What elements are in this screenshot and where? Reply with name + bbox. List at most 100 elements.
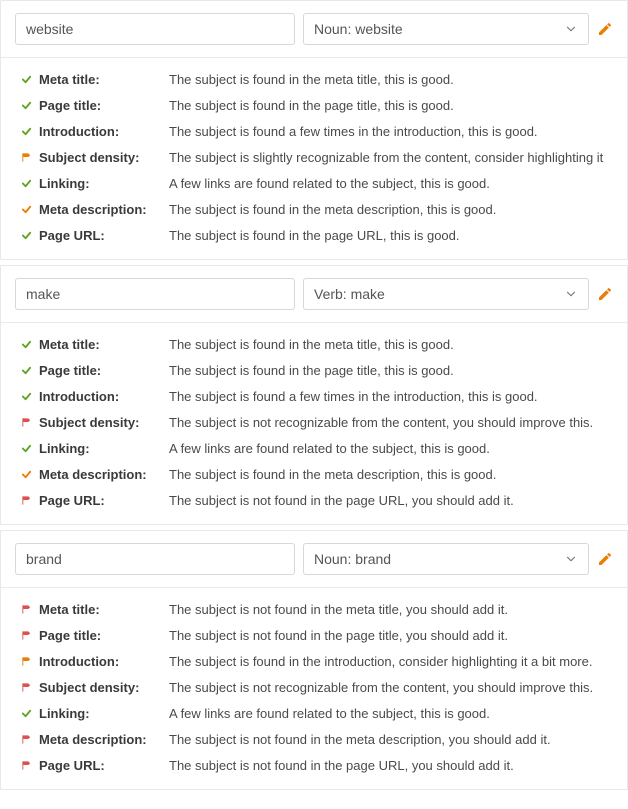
check-icon xyxy=(19,443,33,454)
check-icon xyxy=(19,230,33,241)
check-description: A few links are found related to the sub… xyxy=(169,441,609,456)
check-row: Introduction:The subject is found a few … xyxy=(19,124,609,139)
check-label: Page title: xyxy=(33,98,169,113)
check-description: The subject is not found in the page tit… xyxy=(169,628,609,643)
check-row: Page title:The subject is found in the p… xyxy=(19,98,609,113)
check-label: Meta description: xyxy=(33,732,169,747)
seo-subject-block: Noun: brand Meta title:The subject is not… xyxy=(0,530,628,790)
chevron-down-icon xyxy=(564,287,578,301)
check-icon xyxy=(19,708,33,719)
check-description: The subject is slightly recognizable fro… xyxy=(169,150,609,165)
check-label: Introduction: xyxy=(33,654,169,669)
block-header: Noun: website xyxy=(1,1,627,58)
check-row: Meta title:The subject is found in the m… xyxy=(19,337,609,352)
check-row: Linking:A few links are found related to… xyxy=(19,176,609,191)
check-label: Subject density: xyxy=(33,415,169,430)
check-description: The subject is found a few times in the … xyxy=(169,389,609,404)
edit-icon[interactable] xyxy=(597,286,613,302)
flag-icon xyxy=(19,656,33,667)
subject-type-label: Verb: make xyxy=(314,286,385,302)
block-header: Noun: brand xyxy=(1,531,627,588)
check-label: Subject density: xyxy=(33,680,169,695)
flag-icon xyxy=(19,417,33,428)
check-label: Introduction: xyxy=(33,124,169,139)
check-label: Meta description: xyxy=(33,467,169,482)
subject-type-select[interactable]: Verb: make xyxy=(303,278,589,310)
check-description: The subject is found in the meta title, … xyxy=(169,72,609,87)
check-icon xyxy=(19,100,33,111)
check-icon xyxy=(19,74,33,85)
check-label: Linking: xyxy=(33,176,169,191)
check-row: Meta title:The subject is found in the m… xyxy=(19,72,609,87)
check-row: Meta description:The subject is found in… xyxy=(19,202,609,217)
subject-type-select[interactable]: Noun: website xyxy=(303,13,589,45)
checks-list: Meta title:The subject is found in the m… xyxy=(1,58,627,259)
check-description: The subject is found in the meta title, … xyxy=(169,337,609,352)
check-icon xyxy=(19,391,33,402)
check-icon xyxy=(19,126,33,137)
check-description: The subject is not recognizable from the… xyxy=(169,680,609,695)
check-icon xyxy=(19,469,33,480)
check-label: Meta title: xyxy=(33,72,169,87)
edit-icon[interactable] xyxy=(597,21,613,37)
check-description: A few links are found related to the sub… xyxy=(169,706,609,721)
flag-icon xyxy=(19,495,33,506)
flag-icon xyxy=(19,604,33,615)
check-description: The subject is not found in the meta des… xyxy=(169,732,609,747)
check-description: The subject is not recognizable from the… xyxy=(169,415,609,430)
check-icon xyxy=(19,204,33,215)
check-description: The subject is not found in the meta tit… xyxy=(169,602,609,617)
chevron-down-icon xyxy=(564,552,578,566)
check-description: The subject is found in the meta descrip… xyxy=(169,467,609,482)
flag-icon xyxy=(19,760,33,771)
check-description: The subject is found a few times in the … xyxy=(169,124,609,139)
subject-input[interactable] xyxy=(15,543,295,575)
check-label: Meta description: xyxy=(33,202,169,217)
check-row: Page URL:The subject is not found in the… xyxy=(19,758,609,773)
check-label: Meta title: xyxy=(33,337,169,352)
check-description: A few links are found related to the sub… xyxy=(169,176,609,191)
check-row: Meta title:The subject is not found in t… xyxy=(19,602,609,617)
check-row: Subject density:The subject is not recog… xyxy=(19,415,609,430)
check-icon xyxy=(19,365,33,376)
check-description: The subject is found in the page title, … xyxy=(169,363,609,378)
check-icon xyxy=(19,178,33,189)
check-row: Meta description:The subject is not foun… xyxy=(19,732,609,747)
check-label: Page URL: xyxy=(33,493,169,508)
subject-type-select[interactable]: Noun: brand xyxy=(303,543,589,575)
flag-icon xyxy=(19,630,33,641)
check-description: The subject is found in the page title, … xyxy=(169,98,609,113)
check-row: Linking:A few links are found related to… xyxy=(19,706,609,721)
check-row: Introduction:The subject is found a few … xyxy=(19,389,609,404)
subject-input[interactable] xyxy=(15,13,295,45)
checks-list: Meta title:The subject is not found in t… xyxy=(1,588,627,789)
check-label: Page URL: xyxy=(33,228,169,243)
check-description: The subject is found in the introduction… xyxy=(169,654,609,669)
block-header: Verb: make xyxy=(1,266,627,323)
check-row: Meta description:The subject is found in… xyxy=(19,467,609,482)
check-row: Subject density:The subject is not recog… xyxy=(19,680,609,695)
check-row: Page title:The subject is not found in t… xyxy=(19,628,609,643)
checks-list: Meta title:The subject is found in the m… xyxy=(1,323,627,524)
check-row: Introduction:The subject is found in the… xyxy=(19,654,609,669)
check-row: Linking:A few links are found related to… xyxy=(19,441,609,456)
check-label: Page title: xyxy=(33,628,169,643)
check-label: Linking: xyxy=(33,706,169,721)
check-row: Page URL:The subject is found in the pag… xyxy=(19,228,609,243)
check-row: Page URL:The subject is not found in the… xyxy=(19,493,609,508)
subject-type-label: Noun: brand xyxy=(314,551,391,567)
subject-input[interactable] xyxy=(15,278,295,310)
subject-type-label: Noun: website xyxy=(314,21,403,37)
check-label: Page title: xyxy=(33,363,169,378)
check-row: Page title:The subject is found in the p… xyxy=(19,363,609,378)
check-description: The subject is not found in the page URL… xyxy=(169,493,609,508)
edit-icon[interactable] xyxy=(597,551,613,567)
check-description: The subject is found in the meta descrip… xyxy=(169,202,609,217)
check-label: Linking: xyxy=(33,441,169,456)
check-label: Page URL: xyxy=(33,758,169,773)
seo-subject-block: Verb: makeMeta title:The subject is foun… xyxy=(0,265,628,525)
check-label: Subject density: xyxy=(33,150,169,165)
check-row: Subject density:The subject is slightly … xyxy=(19,150,609,165)
check-label: Introduction: xyxy=(33,389,169,404)
chevron-down-icon xyxy=(564,22,578,36)
